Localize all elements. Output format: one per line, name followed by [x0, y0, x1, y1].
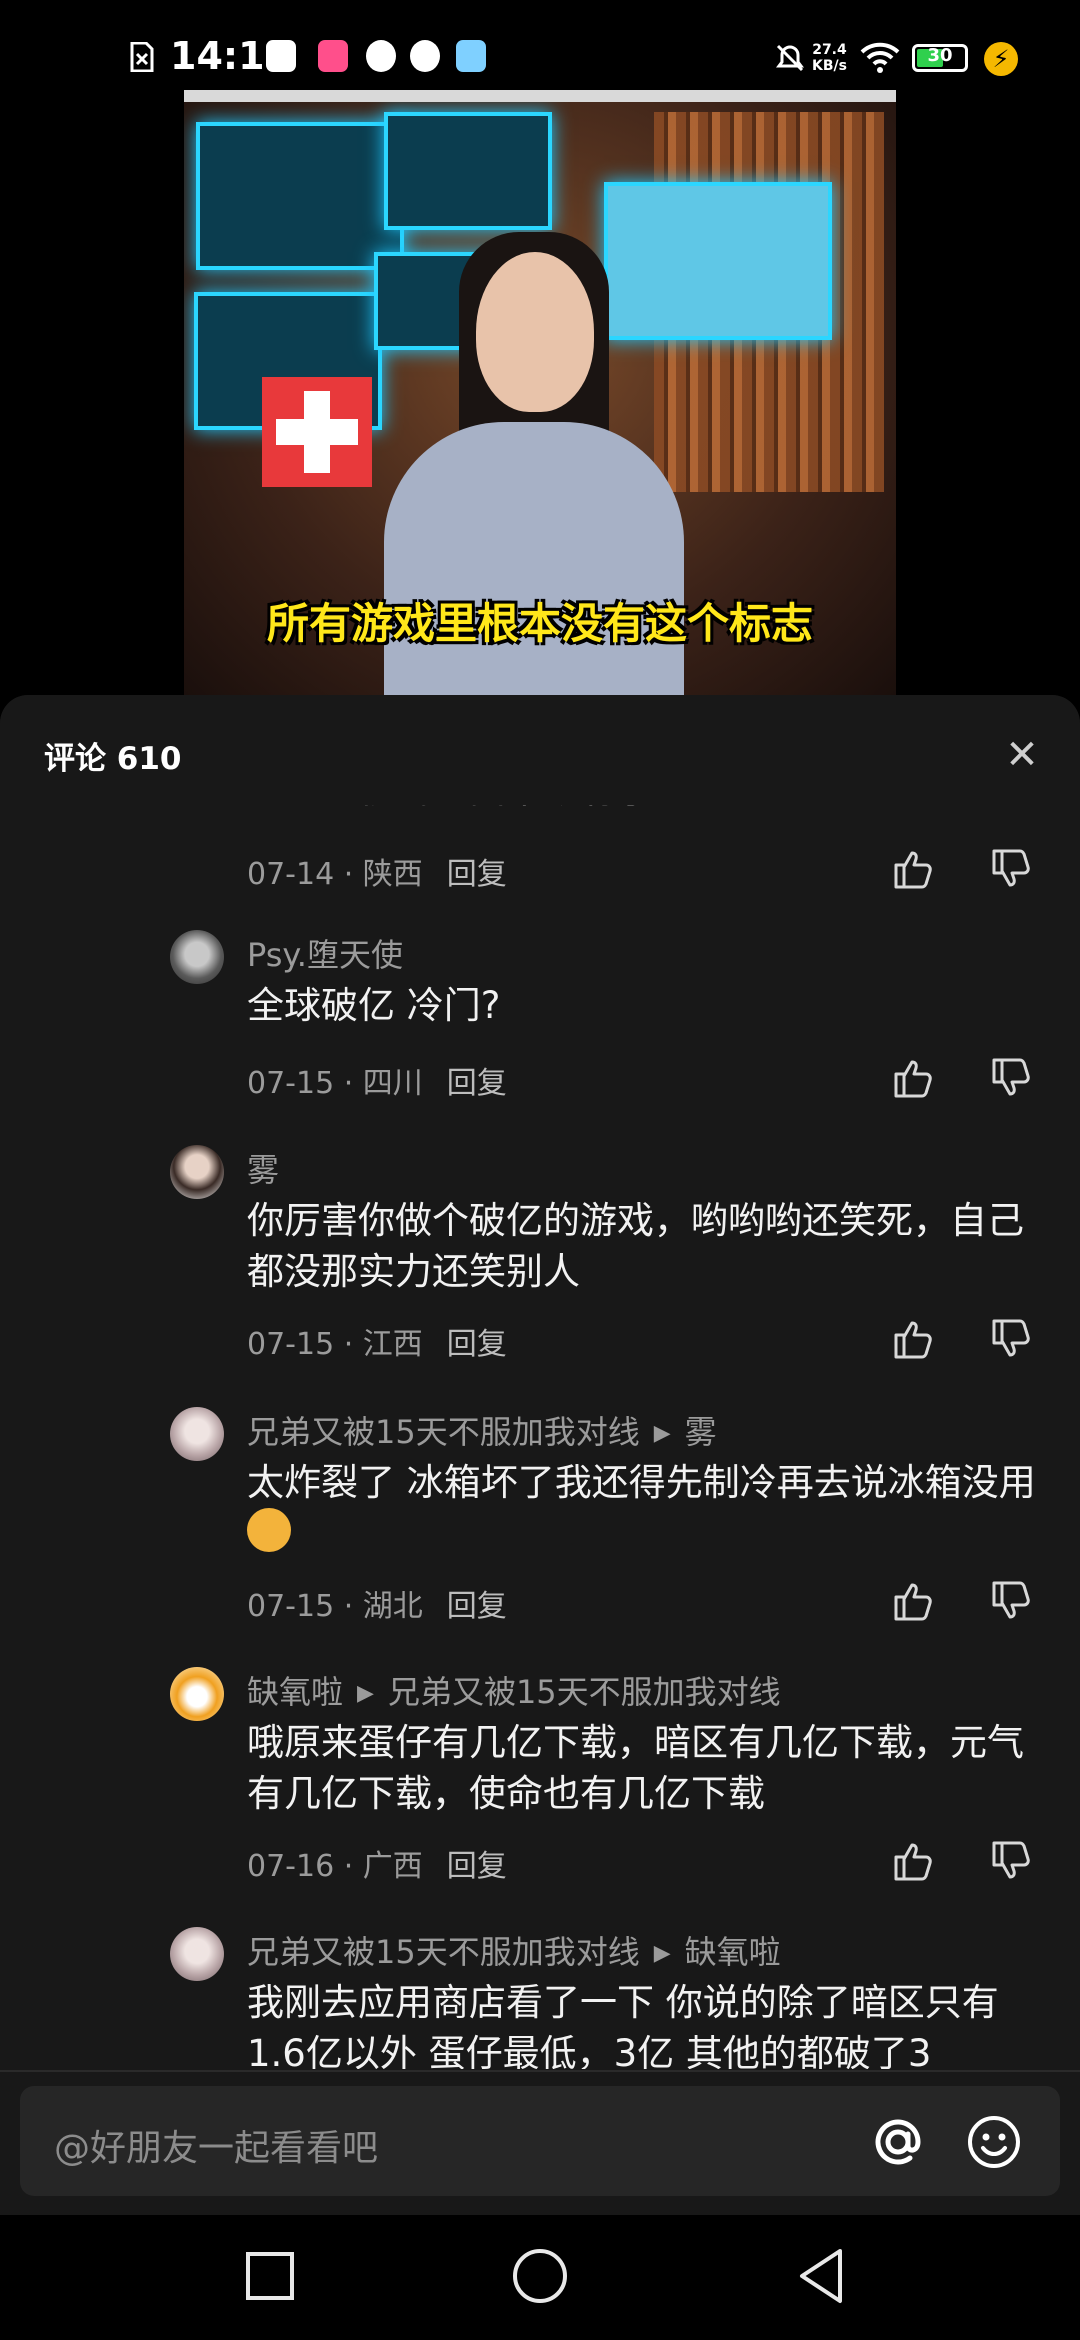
- avatar[interactable]: [170, 1927, 224, 1981]
- comment-meta: 07-14 · 陕西 回复: [247, 857, 507, 892]
- battery-indicator: 30: [912, 44, 968, 72]
- like-icon[interactable]: [890, 1054, 938, 1102]
- dislike-icon[interactable]: [988, 1577, 1036, 1625]
- dislike-icon[interactable]: [988, 1054, 1036, 1102]
- comment-meta: 07-15 · 江西 回复: [247, 1327, 507, 1362]
- close-icon[interactable]: ✕: [998, 731, 1046, 779]
- charging-icon: ⚡: [984, 42, 1018, 76]
- monitor: [196, 122, 404, 270]
- alarm-off-icon: [776, 44, 804, 72]
- avatar[interactable]: [170, 930, 224, 984]
- mention-icon[interactable]: [868, 2112, 928, 2172]
- reply-button[interactable]: 回复: [447, 1589, 507, 1624]
- avatar[interactable]: [170, 1407, 224, 1461]
- comments-title: 评论 610: [44, 741, 182, 777]
- comment-input-placeholder: @好朋友一起看看吧: [54, 2128, 379, 2169]
- comment-username[interactable]: 兄弟又被15天不服加我对线 ▶ 缺氧啦: [247, 1927, 781, 1973]
- reply-arrow-icon: ▶: [653, 1421, 671, 1446]
- medical-cross-icon: [262, 377, 372, 487]
- person-face: [476, 252, 594, 412]
- avatar[interactable]: [170, 1145, 224, 1199]
- reply-arrow-icon: ▶: [357, 1681, 374, 1706]
- comment-text: 全球破亿 冷门?: [247, 984, 501, 1027]
- comments-panel: 评论 610 ✕ 这个电视剧全面早就有了 07-14 · 陕西回复 Psy.堕天…: [0, 695, 1080, 2213]
- tieba-icon: [266, 40, 296, 72]
- reply-button[interactable]: 回复: [447, 857, 507, 892]
- comment-meta: 07-15 · 四川 回复: [247, 1066, 507, 1101]
- video-caption: 所有游戏里根本没有这个标志: [266, 599, 813, 648]
- dislike-icon[interactable]: [988, 845, 1036, 893]
- like-icon[interactable]: [890, 1837, 938, 1885]
- dog-emoji-icon: [247, 1508, 291, 1552]
- person-body: [384, 422, 684, 695]
- like-icon[interactable]: [890, 1577, 938, 1625]
- comment-list[interactable]: 这个电视剧全面早就有了 07-14 · 陕西回复 Psy.堕天使 全球破亿 冷门…: [0, 695, 1080, 2075]
- comment-username[interactable]: Psy.堕天使: [247, 930, 403, 976]
- lofter-icon: [318, 40, 348, 72]
- file-icon: [130, 42, 154, 72]
- reply-button[interactable]: 回复: [447, 1849, 507, 1884]
- video-app-icon: [366, 40, 396, 72]
- comment-input[interactable]: @好朋友一起看看吧: [20, 2086, 1060, 2196]
- video-player[interactable]: 所有游戏里根本没有这个标志: [184, 90, 896, 695]
- like-icon[interactable]: [890, 1315, 938, 1363]
- comment-username[interactable]: 雾: [247, 1145, 279, 1191]
- recents-button[interactable]: [237, 2243, 303, 2309]
- comment-text: 太炸裂了 冰箱坏了我还得先制冷再去说冰箱没用: [247, 1457, 1047, 1559]
- back-button[interactable]: [788, 2243, 854, 2309]
- reply-button[interactable]: 回复: [447, 1066, 507, 1101]
- comment-text: 哦原来蛋仔有几亿下载，暗区有几亿下载，元气有几亿下载，使命也有几亿下载: [247, 1721, 1024, 1815]
- dislike-icon[interactable]: [988, 1837, 1036, 1885]
- comment-meta: 07-16 · 广西 回复: [247, 1849, 507, 1884]
- status-bar: 14:16 27.4 KB/s 30 ⚡: [0, 0, 1080, 90]
- reply-arrow-icon: ▶: [653, 1941, 671, 1966]
- like-icon[interactable]: [890, 845, 938, 893]
- comment-username[interactable]: 兄弟又被15天不服加我对线 ▶ 雾: [247, 1407, 717, 1453]
- monitor: [604, 182, 832, 340]
- system-nav-bar: [0, 2213, 1080, 2340]
- link-app-icon: [410, 40, 440, 72]
- comments-header: 评论 610 ✕: [0, 695, 1080, 805]
- dislike-icon[interactable]: [988, 1315, 1036, 1363]
- avatar[interactable]: [170, 1667, 224, 1721]
- emoji-icon[interactable]: [964, 2112, 1024, 2172]
- reply-button[interactable]: 回复: [447, 1327, 507, 1362]
- comment-text: 我刚去应用商店看了一下 你说的除了暗区只有1.6亿以外 蛋仔最低，3亿 其他的都…: [247, 1981, 999, 2069]
- home-button[interactable]: [507, 2243, 573, 2309]
- monitor: [384, 112, 552, 230]
- network-speed: 27.4 KB/s: [812, 42, 847, 74]
- wifi-icon: [860, 42, 900, 73]
- bird-app-icon: [456, 40, 486, 72]
- comment-username[interactable]: 缺氧啦 ▶ 兄弟又被15天不服加我对线: [247, 1667, 781, 1713]
- comment-input-bar: @好朋友一起看看吧: [0, 2070, 1080, 2215]
- comment-text: 你厉害你做个破亿的游戏，哟哟哟还笑死，自己都没那实力还笑别人: [247, 1199, 1024, 1293]
- comment-meta: 07-15 · 湖北 回复: [247, 1589, 507, 1624]
